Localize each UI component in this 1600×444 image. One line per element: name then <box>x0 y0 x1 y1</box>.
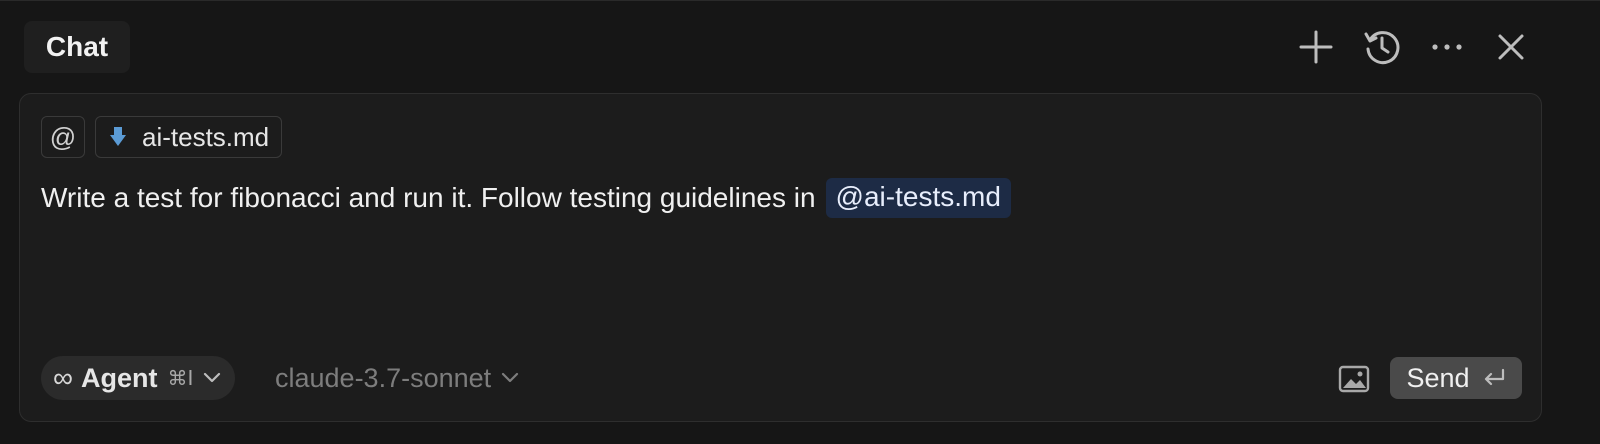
plus-icon[interactable] <box>1296 27 1336 67</box>
image-icon[interactable] <box>1336 362 1372 396</box>
download-arrow-icon <box>108 125 128 149</box>
close-icon[interactable] <box>1491 27 1531 67</box>
agent-mode-label: Agent <box>80 362 158 393</box>
more-icon[interactable] <box>1427 27 1467 67</box>
at-symbol: @ <box>49 121 77 152</box>
chat-header: Chat <box>0 1 1600 91</box>
chevron-down-icon <box>203 372 221 384</box>
send-label: Send <box>1406 362 1470 393</box>
context-file-chip[interactable]: ai-tests.md <box>95 116 283 158</box>
send-button[interactable]: Send <box>1390 357 1522 399</box>
file-chip-label: ai-tests.md <box>142 121 270 152</box>
chat-panel: Chat @ ai-tests.md Write a test for fibo… <box>0 0 1600 444</box>
tab-chat[interactable]: Chat <box>24 21 130 73</box>
agent-shortcut: ⌘I <box>167 366 194 390</box>
history-icon[interactable] <box>1362 27 1402 67</box>
enter-icon <box>1482 368 1506 388</box>
message-composer[interactable]: @ ai-tests.md Write a test for fibonacci… <box>19 93 1542 422</box>
infinity-icon: ∞ <box>53 362 73 393</box>
agent-mode-selector[interactable]: ∞ Agent ⌘I <box>41 356 236 400</box>
add-context-button[interactable]: @ <box>41 116 85 158</box>
prompt-input[interactable]: Write a test for fibonacci and run it. F… <box>41 178 1011 218</box>
file-mention[interactable]: @ai-tests.md <box>825 178 1011 218</box>
model-label: claude-3.7-sonnet <box>275 362 492 393</box>
chevron-down-icon <box>501 372 519 384</box>
prompt-text: Write a test for fibonacci and run it. F… <box>41 182 816 213</box>
model-selector[interactable]: claude-3.7-sonnet <box>275 356 519 400</box>
